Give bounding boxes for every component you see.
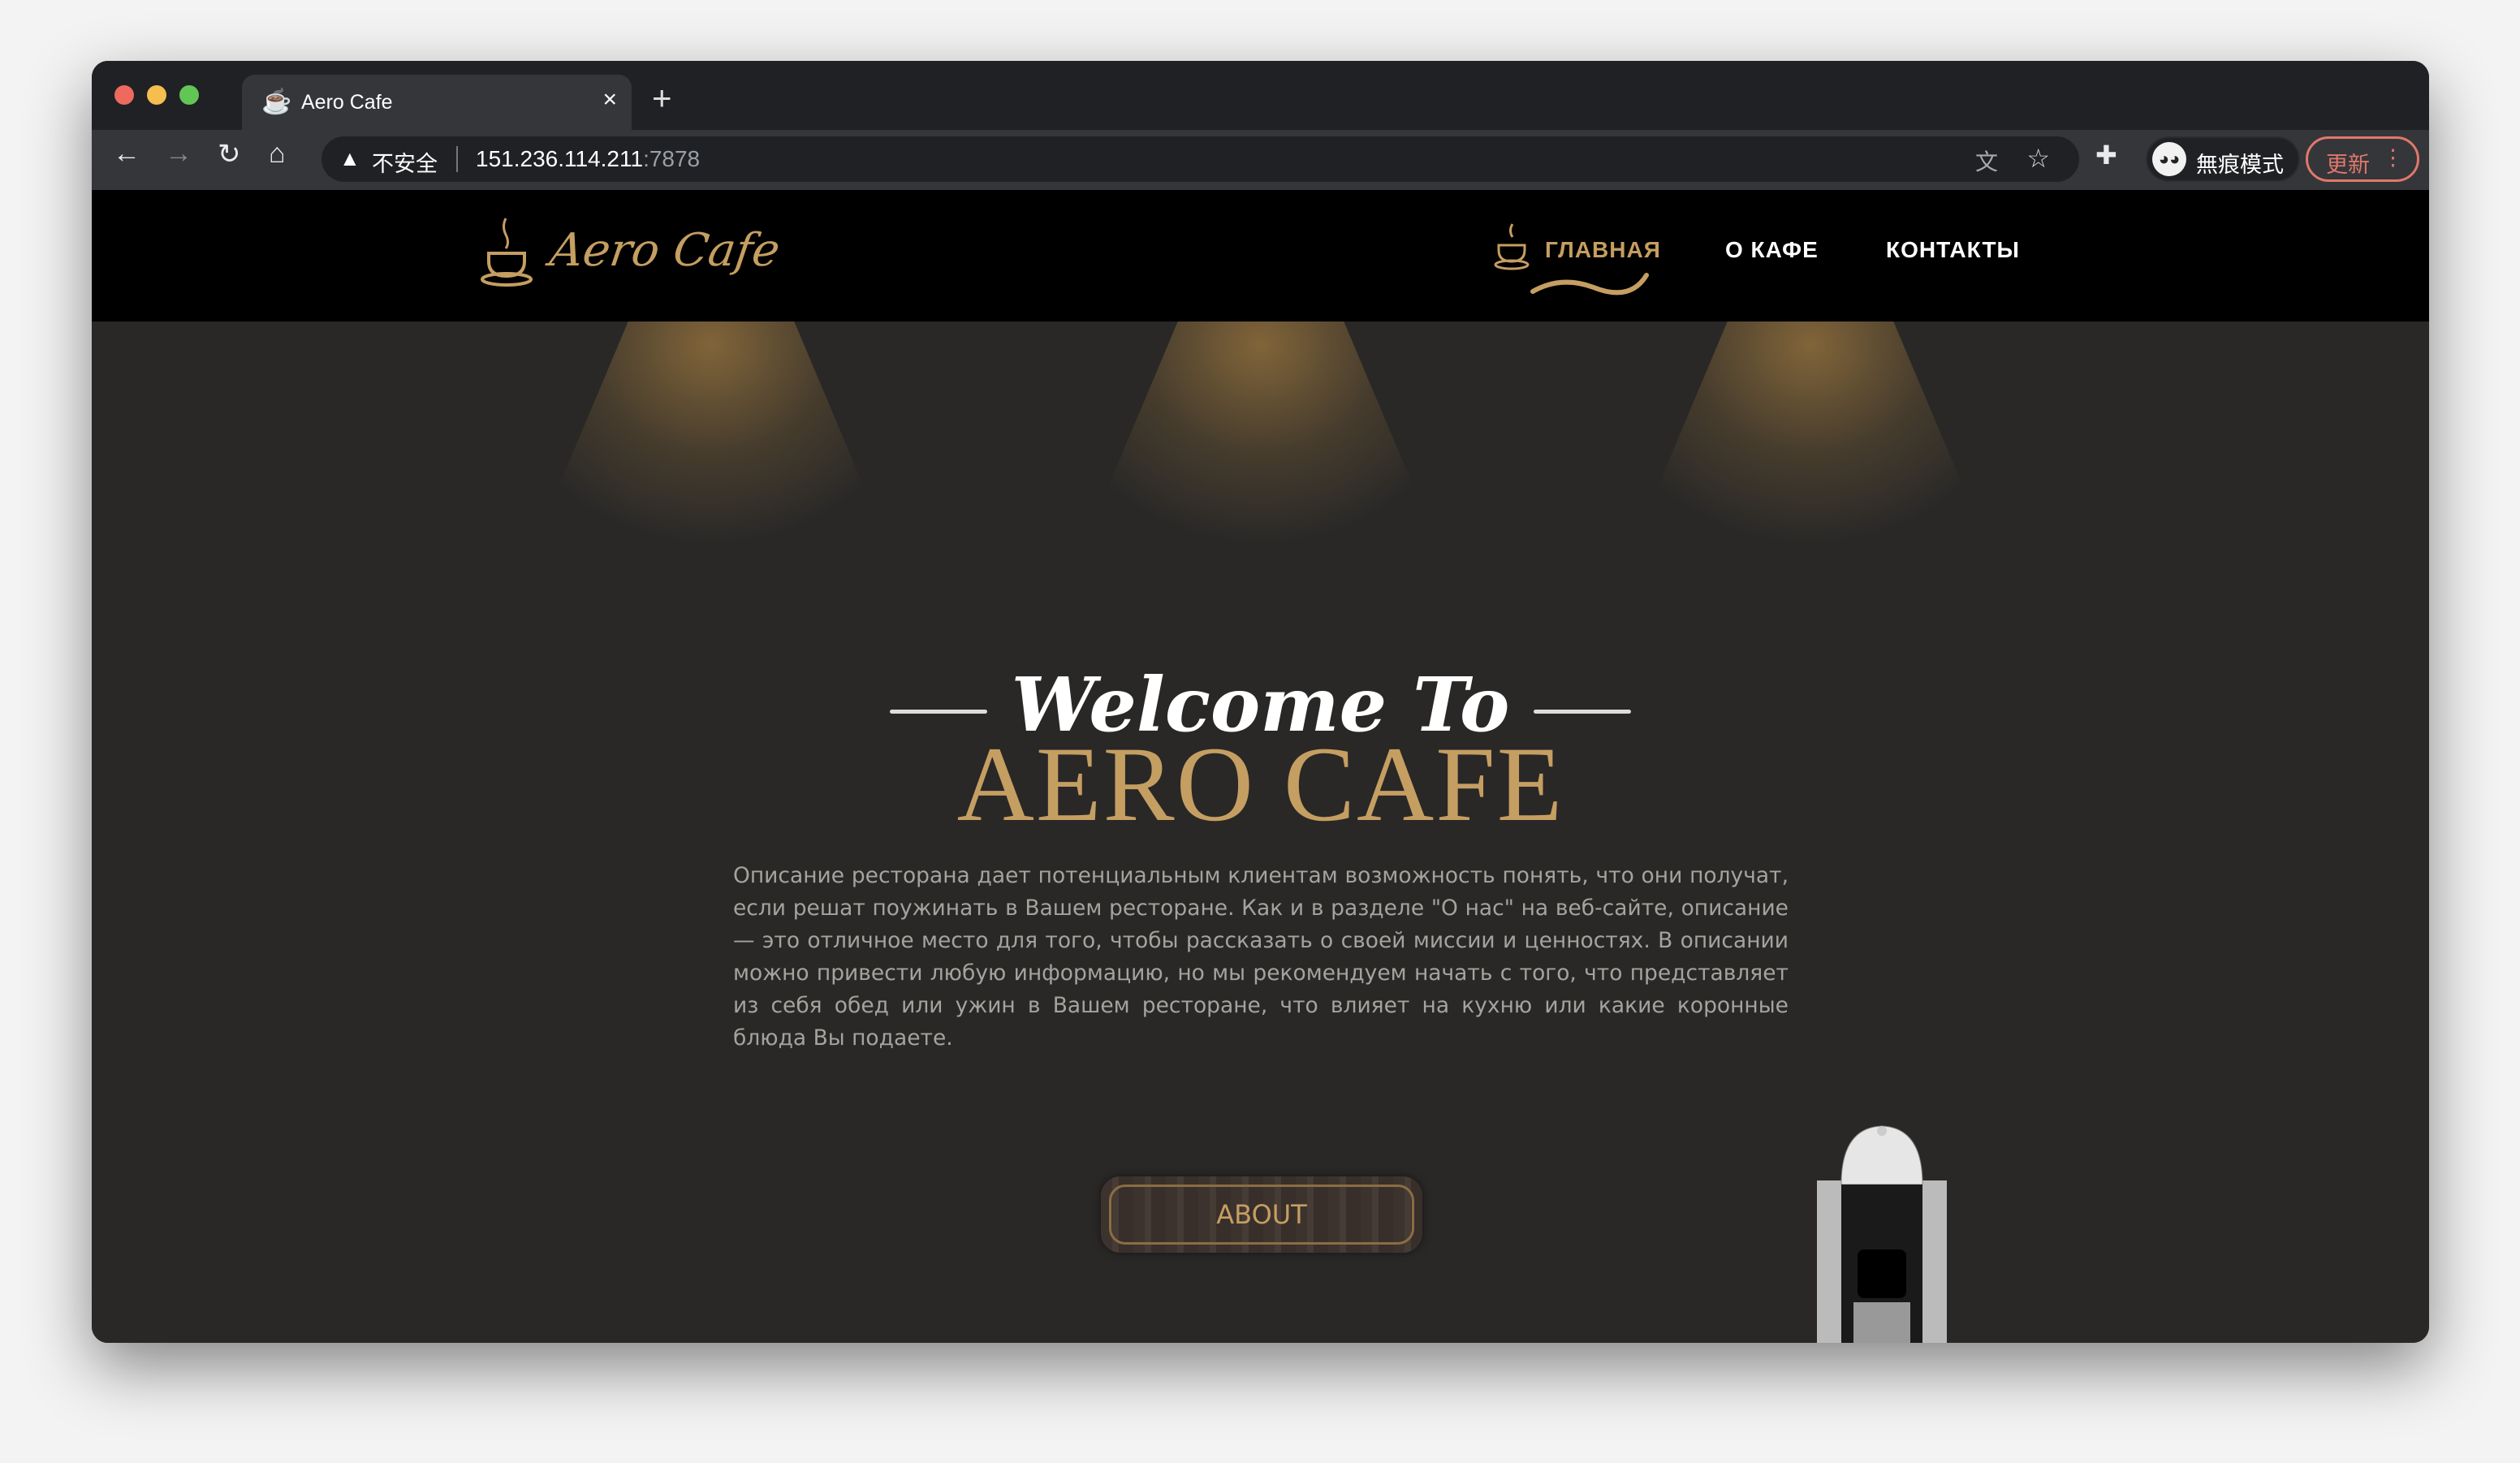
home-icon[interactable]: ⌂ [269, 138, 286, 170]
address-bar[interactable]: ▲ 不安全 151.236.114.211:7878 文 ☆ [321, 136, 2079, 182]
about-button-label: ABOUT [1109, 1185, 1414, 1245]
translate-icon[interactable]: 文 [1975, 145, 1998, 177]
nav-home[interactable]: ГЛАВНАЯ [1545, 237, 1661, 263]
swirl-underline-icon [1530, 273, 1649, 296]
coffee-cup-icon [481, 218, 533, 287]
coffee-cup-icon [1494, 223, 1530, 270]
profile-label: 無痕模式 [2196, 153, 2284, 177]
more-icon[interactable]: ⋮ [2382, 145, 2404, 170]
tab-bar: ☕ Aero Cafe × + [92, 61, 2429, 130]
toolbar: ← → ↻ ⌂ ▲ 不安全 151.236.114.211:7878 文 ☆ ✚… [92, 130, 2429, 190]
decor-line [889, 709, 987, 714]
new-tab-button[interactable]: + [652, 79, 672, 118]
incognito-icon: ◕◕ [2152, 142, 2186, 176]
nav-about[interactable]: О КАФЕ [1725, 237, 1819, 263]
reload-icon[interactable]: ↻ [218, 138, 241, 170]
site-logo[interactable]: Aero Cafe [479, 214, 783, 296]
update-button[interactable]: 更新 ⋮ [2306, 136, 2419, 182]
star-icon[interactable]: ☆ [2026, 143, 2050, 174]
divider [456, 146, 458, 172]
logo-text: Aero Cafe [546, 224, 783, 277]
incognito-profile-button[interactable]: ◕◕ 無痕模式 [2146, 136, 2300, 182]
url-text[interactable]: 151.236.114.211:7878 [476, 146, 700, 172]
hero-title: AERO CAFE [956, 724, 1564, 844]
update-label: 更新 [2326, 153, 2370, 177]
coffee-cup-icon: ☕ [261, 88, 292, 115]
about-button[interactable]: ABOUT [1101, 1176, 1422, 1253]
warning-icon: ▲ [339, 146, 360, 170]
tab-title: Aero Cafe [301, 91, 393, 114]
browser-window: ☕ Aero Cafe × + ← → ↻ ⌂ ▲ 不安全 151.236.11… [92, 61, 2429, 1343]
back-icon[interactable]: ← [113, 138, 140, 170]
hero-description: Описание ресторана дает потенциальным кл… [733, 863, 1789, 1051]
decor-line [1534, 709, 1632, 714]
tab-close-icon[interactable]: × [602, 86, 617, 114]
page-content: Aero Cafe ГЛАВНАЯ О КАФЕ КОНТАКТЫ Welcom… [92, 190, 2429, 1343]
close-window-button[interactable] [114, 85, 134, 105]
nav-contacts[interactable]: КОНТАКТЫ [1886, 237, 2020, 263]
extensions-icon[interactable]: ✚ [2095, 140, 2117, 170]
forward-icon[interactable]: → [165, 138, 192, 170]
minimize-window-button[interactable] [147, 85, 166, 105]
maximize-window-button[interactable] [179, 85, 199, 105]
security-label[interactable]: 不安全 [372, 146, 438, 178]
tab-aero-cafe[interactable]: ☕ Aero Cafe × [242, 75, 632, 130]
coffee-machine-image [1817, 1125, 1947, 1343]
site-nav: Aero Cafe ГЛАВНАЯ О КАФЕ КОНТАКТЫ [92, 190, 2429, 322]
